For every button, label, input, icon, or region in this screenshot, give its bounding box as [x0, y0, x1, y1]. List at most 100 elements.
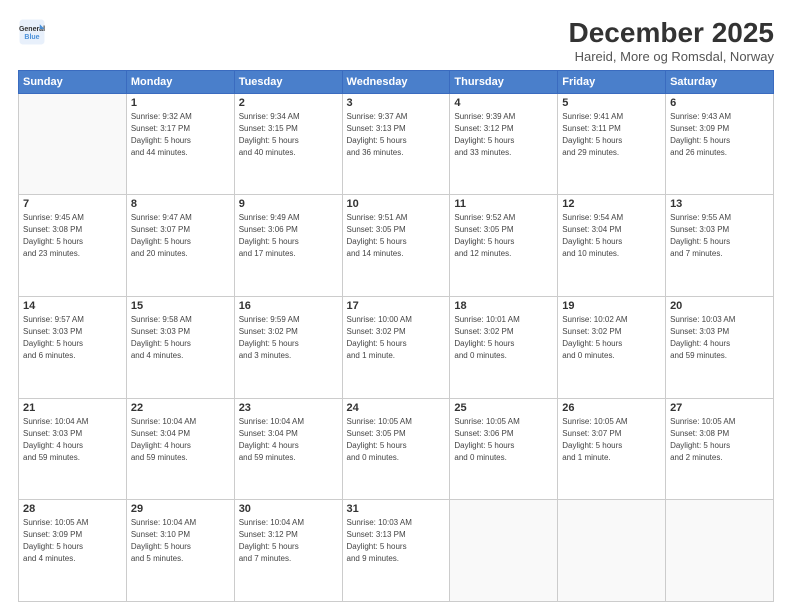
day-number: 4 [454, 97, 553, 109]
day-number: 5 [562, 97, 661, 109]
calendar-cell: 5 Sunrise: 9:41 AMSunset: 3:11 PMDaylight… [558, 93, 666, 195]
day-info: Sunrise: 9:54 AMSunset: 3:04 PMDaylight:… [562, 212, 661, 260]
calendar-cell: 25 Sunrise: 10:05 AMSunset: 3:06 PMDaylig… [450, 398, 558, 500]
subtitle: Hareid, More og Romsdal, Norway [569, 49, 774, 64]
day-info: Sunrise: 10:05 AMSunset: 3:09 PMDaylight… [23, 517, 122, 565]
day-number: 27 [670, 402, 769, 414]
day-info: Sunrise: 9:39 AMSunset: 3:12 PMDaylight:… [454, 111, 553, 159]
day-info: Sunrise: 9:55 AMSunset: 3:03 PMDaylight:… [670, 212, 769, 260]
day-number: 17 [347, 300, 446, 312]
day-number: 21 [23, 402, 122, 414]
calendar-header-thursday: Thursday [450, 70, 558, 93]
day-info: Sunrise: 10:04 AMSunset: 3:10 PMDaylight… [131, 517, 230, 565]
day-info: Sunrise: 9:45 AMSunset: 3:08 PMDaylight:… [23, 212, 122, 260]
title-block: December 2025 Hareid, More og Romsdal, N… [569, 18, 774, 64]
logo: General Blue [18, 18, 46, 46]
day-number: 15 [131, 300, 230, 312]
calendar-cell: 26Sunrise: 10:05 AMSunset: 3:07 PMDaylig… [558, 398, 666, 500]
day-number: 12 [562, 198, 661, 210]
calendar-header-friday: Friday [558, 70, 666, 93]
day-info: Sunrise: 9:57 AMSunset: 3:03 PMDaylight:… [23, 314, 122, 362]
calendar-cell [450, 500, 558, 602]
calendar-week-2: 7 Sunrise: 9:45 AMSunset: 3:08 PMDaylight… [19, 195, 774, 297]
day-number: 22 [131, 402, 230, 414]
calendar-week-5: 28 Sunrise: 10:05 AMSunset: 3:09 PMDaylig… [19, 500, 774, 602]
calendar-header-row: SundayMondayTuesdayWednesdayThursdayFrid… [19, 70, 774, 93]
svg-text:Blue: Blue [24, 34, 39, 41]
day-info: Sunrise: 10:02 AMSunset: 3:02 PMDaylight… [562, 314, 661, 362]
day-number: 24 [347, 402, 446, 414]
calendar-cell: 31 Sunrise: 10:03 AMSunset: 3:13 PMDaylig… [342, 500, 450, 602]
day-number: 1 [131, 97, 230, 109]
calendar-cell [666, 500, 774, 602]
day-number: 8 [131, 198, 230, 210]
day-info: Sunrise: 9:58 AMSunset: 3:03 PMDaylight:… [131, 314, 230, 362]
calendar-cell: 23Sunrise: 10:04 AMSunset: 3:04 PMDaylig… [234, 398, 342, 500]
main-title: December 2025 [569, 18, 774, 49]
day-info: Sunrise: 10:04 AMSunset: 3:04 PMDaylight… [239, 416, 338, 464]
day-info: Sunrise: 10:05 AMSunset: 3:05 PMDaylight… [347, 416, 446, 464]
calendar-cell: 2 Sunrise: 9:34 AMSunset: 3:15 PMDaylight… [234, 93, 342, 195]
day-number: 13 [670, 198, 769, 210]
calendar-cell: 14Sunrise: 9:57 AMSunset: 3:03 PMDayligh… [19, 297, 127, 399]
day-number: 29 [131, 503, 230, 515]
day-number: 30 [239, 503, 338, 515]
day-info: Sunrise: 10:01 AMSunset: 3:02 PMDaylight… [454, 314, 553, 362]
day-number: 16 [239, 300, 338, 312]
page: General Blue December 2025 Hareid, More … [0, 0, 792, 612]
calendar-table: SundayMondayTuesdayWednesdayThursdayFrid… [18, 70, 774, 602]
day-info: Sunrise: 10:05 AMSunset: 3:06 PMDaylight… [454, 416, 553, 464]
calendar-cell: 13 Sunrise: 9:55 AMSunset: 3:03 PMDayligh… [666, 195, 774, 297]
calendar-cell: 20 Sunrise: 10:03 AMSunset: 3:03 PMDaylig… [666, 297, 774, 399]
calendar-cell: 8 Sunrise: 9:47 AMSunset: 3:07 PMDaylight… [126, 195, 234, 297]
day-info: Sunrise: 10:05 AMSunset: 3:07 PMDaylight… [562, 416, 661, 464]
header: General Blue December 2025 Hareid, More … [18, 18, 774, 64]
calendar-cell: 7 Sunrise: 9:45 AMSunset: 3:08 PMDaylight… [19, 195, 127, 297]
day-info: Sunrise: 9:52 AMSunset: 3:05 PMDaylight:… [454, 212, 553, 260]
day-info: Sunrise: 9:37 AMSunset: 3:13 PMDaylight:… [347, 111, 446, 159]
day-number: 10 [347, 198, 446, 210]
calendar-cell: 28 Sunrise: 10:05 AMSunset: 3:09 PMDaylig… [19, 500, 127, 602]
day-info: Sunrise: 10:04 AMSunset: 3:12 PMDaylight… [239, 517, 338, 565]
calendar-cell: 29 Sunrise: 10:04 AMSunset: 3:10 PMDaylig… [126, 500, 234, 602]
calendar-header-sunday: Sunday [19, 70, 127, 93]
calendar-header-monday: Monday [126, 70, 234, 93]
day-info: Sunrise: 10:04 AMSunset: 3:03 PMDaylight… [23, 416, 122, 464]
day-info: Sunrise: 9:41 AMSunset: 3:11 PMDaylight:… [562, 111, 661, 159]
calendar-week-3: 14Sunrise: 9:57 AMSunset: 3:03 PMDayligh… [19, 297, 774, 399]
calendar-cell [558, 500, 666, 602]
day-number: 20 [670, 300, 769, 312]
day-info: Sunrise: 9:49 AMSunset: 3:06 PMDaylight:… [239, 212, 338, 260]
calendar-cell: 18 Sunrise: 10:01 AMSunset: 3:02 PMDaylig… [450, 297, 558, 399]
calendar-cell: 11 Sunrise: 9:52 AMSunset: 3:05 PMDayligh… [450, 195, 558, 297]
calendar-header-tuesday: Tuesday [234, 70, 342, 93]
day-number: 31 [347, 503, 446, 515]
calendar-cell: 6Sunrise: 9:43 AMSunset: 3:09 PMDaylight… [666, 93, 774, 195]
calendar-cell: 21 Sunrise: 10:04 AMSunset: 3:03 PMDaylig… [19, 398, 127, 500]
calendar-week-1: 1 Sunrise: 9:32 AMSunset: 3:17 PMDaylight… [19, 93, 774, 195]
day-info: Sunrise: 10:03 AMSunset: 3:03 PMDaylight… [670, 314, 769, 362]
day-number: 11 [454, 198, 553, 210]
calendar-cell: 4 Sunrise: 9:39 AMSunset: 3:12 PMDaylight… [450, 93, 558, 195]
day-number: 19 [562, 300, 661, 312]
calendar-cell: 12 Sunrise: 9:54 AMSunset: 3:04 PMDayligh… [558, 195, 666, 297]
calendar-cell: 10Sunrise: 9:51 AMSunset: 3:05 PMDayligh… [342, 195, 450, 297]
day-info: Sunrise: 9:47 AMSunset: 3:07 PMDaylight:… [131, 212, 230, 260]
calendar-week-4: 21 Sunrise: 10:04 AMSunset: 3:03 PMDaylig… [19, 398, 774, 500]
day-number: 28 [23, 503, 122, 515]
day-number: 18 [454, 300, 553, 312]
day-info: Sunrise: 9:59 AMSunset: 3:02 PMDaylight:… [239, 314, 338, 362]
day-number: 7 [23, 198, 122, 210]
day-info: Sunrise: 9:32 AMSunset: 3:17 PMDaylight:… [131, 111, 230, 159]
day-info: Sunrise: 9:34 AMSunset: 3:15 PMDaylight:… [239, 111, 338, 159]
day-info: Sunrise: 10:03 AMSunset: 3:13 PMDaylight… [347, 517, 446, 565]
calendar-cell: 27Sunrise: 10:05 AMSunset: 3:08 PMDaylig… [666, 398, 774, 500]
calendar-cell: 19 Sunrise: 10:02 AMSunset: 3:02 PMDaylig… [558, 297, 666, 399]
calendar-header-wednesday: Wednesday [342, 70, 450, 93]
day-info: Sunrise: 9:43 AMSunset: 3:09 PMDaylight:… [670, 111, 769, 159]
calendar-cell: 9Sunrise: 9:49 AMSunset: 3:06 PMDaylight… [234, 195, 342, 297]
day-number: 25 [454, 402, 553, 414]
day-info: Sunrise: 10:00 AMSunset: 3:02 PMDaylight… [347, 314, 446, 362]
calendar-cell: 15 Sunrise: 9:58 AMSunset: 3:03 PMDayligh… [126, 297, 234, 399]
day-number: 2 [239, 97, 338, 109]
